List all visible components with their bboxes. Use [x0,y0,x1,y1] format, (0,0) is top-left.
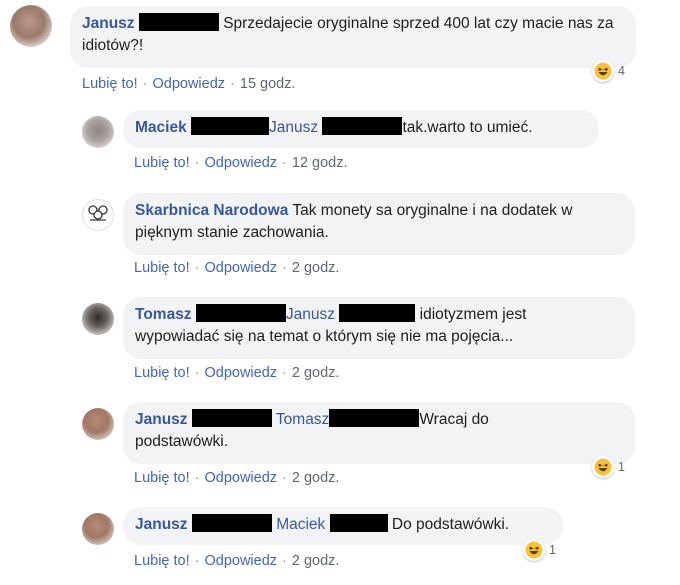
reaction-badge[interactable]: 1 [592,455,625,479]
avatar[interactable] [82,408,114,440]
comment-bubble: Tomasz Janusz idiotyzmem jest wypowiadać… [123,297,635,359]
mention-link[interactable]: Maciek [276,516,325,533]
reaction-count: 1 [549,543,556,557]
haha-emoji-icon [592,456,614,478]
redacted-name [191,514,272,532]
redacted-name [191,409,272,427]
mention-link[interactable]: Tomasz [276,411,329,428]
like-link[interactable]: Lubię to! [134,260,190,276]
separator: · [142,76,148,92]
separator: · [282,365,287,381]
separator: · [282,470,287,486]
redacted-name [191,117,270,135]
mention-link[interactable]: Janusz [269,119,318,136]
avatar[interactable] [82,513,114,545]
redacted-name [329,409,420,427]
author-name[interactable]: Janusz [82,15,135,32]
reaction-count: 1 [618,460,625,474]
redacted-name [329,514,388,532]
timestamp[interactable]: 2 godz. [292,470,340,486]
separator: · [282,260,287,276]
separator: · [194,155,200,171]
separator: · [194,260,200,276]
reaction-badge[interactable]: 1 [523,538,556,562]
avatar[interactable] [82,116,114,148]
separator: · [194,365,200,381]
author-name[interactable]: Janusz [135,516,188,533]
timestamp[interactable]: 15 godz. [240,76,296,92]
coin-logo-icon [87,204,109,227]
reply-link[interactable]: Odpowiedz [204,155,277,171]
avatar[interactable] [10,5,52,47]
redacted-name [322,117,403,135]
reply-link[interactable]: Odpowiedz [204,553,277,569]
timestamp[interactable]: 12 godz. [292,155,348,171]
reaction-count: 4 [618,64,625,78]
author-name[interactable]: Tomasz [135,306,192,323]
comment-bubble: Maciek Janusz tak.warto to umieć. [123,110,599,148]
redacted-name [138,13,219,31]
comment-actions: Lubię to! · Odpowiedz · 2 godz. [134,553,339,569]
reaction-badge[interactable]: 4 [592,59,625,83]
timestamp[interactable]: 2 godz. [292,260,340,276]
comment-actions: Lubię to! · Odpowiedz · 12 godz. [134,155,348,171]
author-name[interactable]: Skarbnica Narodowa [135,202,288,219]
mention-link[interactable]: Janusz [286,306,335,323]
comment-text: Do podstawówki. [391,516,510,533]
author-name[interactable]: Janusz [135,411,188,428]
page-avatar[interactable] [82,199,114,231]
separator: · [282,155,287,171]
comment-actions: Lubię to! · Odpowiedz · 2 godz. [134,260,339,276]
haha-emoji-icon [592,60,614,82]
separator: · [194,553,200,569]
comment-bubble: Janusz Sprzedajecie oryginalne sprzed 40… [70,6,636,68]
comment-text-line-1: idiotyzmem jest [419,306,527,323]
separator: · [230,76,235,92]
comment-actions: Lubię to! · Odpowiedz · 15 godz. [82,76,296,92]
reply-link[interactable]: Odpowiedz [152,76,225,92]
like-link[interactable]: Lubię to! [134,155,190,171]
author-name[interactable]: Maciek [135,119,187,136]
avatar[interactable] [82,303,114,335]
reply-link[interactable]: Odpowiedz [204,365,277,381]
comment-bubble: Skarbnica Narodowa Tak monety sa orygina… [123,193,635,255]
timestamp[interactable]: 2 godz. [292,365,340,381]
comment-text-line-2: wypowiadać się na temat o którym się nie… [135,328,514,345]
comment-bubble: Janusz Maciek Do podstawówki. [123,507,563,545]
timestamp[interactable]: 2 godz. [292,553,340,569]
comment-bubble: Janusz Tomasz Wracaj do podstawówki. [123,402,635,464]
separator: · [194,470,200,486]
separator: · [282,553,287,569]
comment-text-line-2: podstawówki. [135,433,229,450]
haha-emoji-icon [523,539,545,561]
like-link[interactable]: Lubię to! [134,365,190,381]
reply-link[interactable]: Odpowiedz [204,470,277,486]
redacted-name [195,304,286,322]
like-link[interactable]: Lubię to! [134,553,190,569]
redacted-name [339,304,416,322]
reply-link[interactable]: Odpowiedz [204,260,277,276]
like-link[interactable]: Lubię to! [82,76,138,92]
comment-actions: Lubię to! · Odpowiedz · 2 godz. [134,470,339,486]
comment-actions: Lubię to! · Odpowiedz · 2 godz. [134,365,339,381]
like-link[interactable]: Lubię to! [134,470,190,486]
comment-text-line-1: Wracaj do [419,411,489,428]
comment-text: tak.warto to umieć. [402,119,533,136]
